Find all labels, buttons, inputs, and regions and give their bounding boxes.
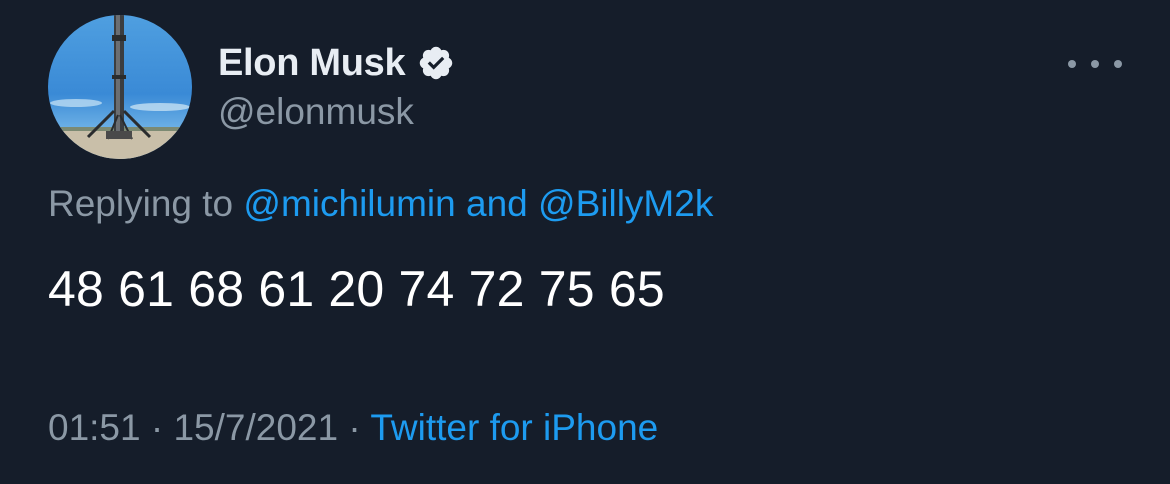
author-name[interactable]: Elon Musk	[218, 40, 455, 86]
author-name-text: Elon Musk	[218, 42, 406, 84]
more-dot	[1091, 60, 1099, 68]
tweet-time[interactable]: 01:51	[48, 407, 141, 448]
meta-separator: ·	[348, 407, 361, 448]
more-dot	[1114, 60, 1122, 68]
more-dot	[1068, 60, 1076, 68]
verified-badge-icon	[417, 44, 455, 82]
tweet-card: Elon Musk @elonmusk Replying to @michilu…	[0, 0, 1170, 484]
author-avatar[interactable]	[48, 15, 192, 159]
tweet-date[interactable]: 15/7/2021	[173, 407, 338, 448]
mention-michilumin-link[interactable]: @michilumin	[243, 183, 455, 224]
more-options-icon[interactable]	[1068, 50, 1122, 78]
mention-billym2k-link[interactable]: @BillyM2k	[538, 183, 713, 224]
replying-to-joiner: and	[466, 183, 528, 224]
tweet-source-link[interactable]: Twitter for iPhone	[370, 407, 658, 448]
rocket-booster-avatar-icon	[48, 15, 192, 159]
meta-separator: ·	[150, 407, 164, 448]
author-handle[interactable]: @elonmusk	[218, 90, 414, 134]
replying-to-line: Replying to @michilumin and @BillyM2k	[48, 181, 713, 227]
replying-to-label: Replying to	[48, 183, 234, 224]
tweet-meta: 01:51 · 15/7/2021 · Twitter for iPhone	[48, 405, 658, 451]
tweet-text: 48 61 68 61 20 74 72 75 65	[48, 261, 665, 317]
